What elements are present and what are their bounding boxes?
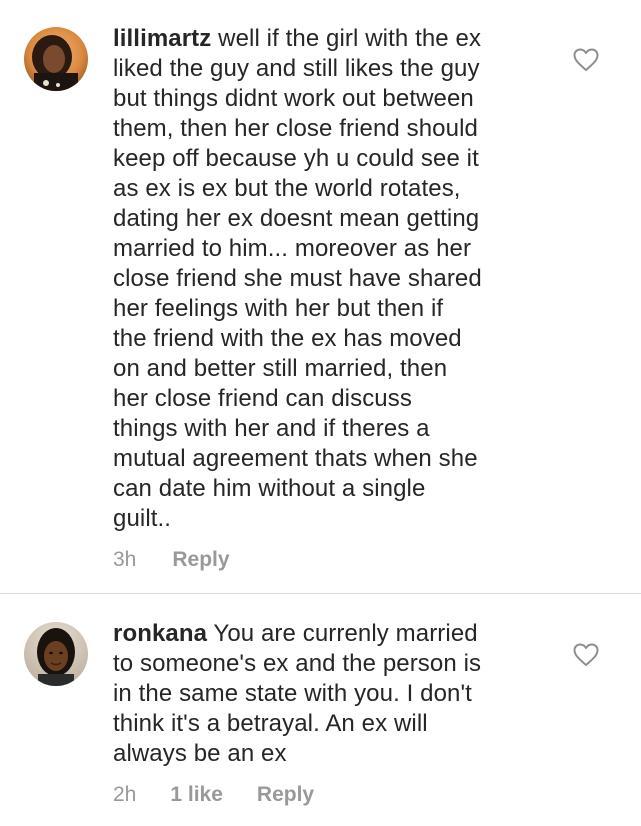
comment-line: guilt.. xyxy=(113,505,172,532)
heart-outline-icon[interactable] xyxy=(573,643,599,667)
comment-line: her close friend can discuss xyxy=(113,385,412,412)
comment-line: mutual agreement thats when she xyxy=(113,445,478,472)
avatar[interactable] xyxy=(24,27,88,91)
comment-text: ronkana You are currenly married to some… xyxy=(113,619,543,769)
comment-timestamp: 3h xyxy=(113,548,137,571)
comment-line: close friend she must have shared xyxy=(113,265,482,292)
comment-line: but things didnt work out between xyxy=(113,85,474,112)
comment-line: can date him without a single xyxy=(113,475,426,502)
comment-line: keep off because yh u could see it xyxy=(113,145,479,172)
comment-line: think it's a betrayal. An ex will xyxy=(113,710,428,737)
comment-line: always be an ex xyxy=(113,740,287,767)
heart-outline-icon[interactable] xyxy=(573,48,599,72)
comment-line: You are currenly married xyxy=(213,620,478,647)
avatar[interactable] xyxy=(24,622,88,686)
comment-line: married to him... moreover as her xyxy=(113,235,472,262)
comment-line: well if the girl with the ex xyxy=(218,25,482,52)
comment-username[interactable]: lillimartz xyxy=(113,25,211,52)
comment-line: to someone's ex and the person is xyxy=(113,650,482,677)
comment-text: lillimartz well if the girl with the ex … xyxy=(113,24,543,534)
comment-line: on and better still married, then xyxy=(113,355,448,382)
comment-line: in the same state with you. I don't xyxy=(113,680,472,707)
comment-line: dating her ex doesnt mean getting xyxy=(113,205,480,232)
avatar-image xyxy=(24,622,88,686)
comment-meta: 3h Reply xyxy=(113,547,230,573)
comment-meta: 2h 1 like Reply xyxy=(113,782,314,808)
comment-line: them, then her close friend should xyxy=(113,115,478,142)
comment-line: liked the guy and still likes the guy xyxy=(113,55,480,82)
comment-line: as ex is ex but the world rotates, xyxy=(113,175,461,202)
comment-line: her feelings with her but then if xyxy=(113,295,444,322)
avatar-image xyxy=(24,27,88,91)
comment-line: things with her and if theres a xyxy=(113,415,430,442)
comment-line: the friend with the ex has moved xyxy=(113,325,462,352)
comment-username[interactable]: ronkana xyxy=(113,620,207,647)
reply-button[interactable]: Reply xyxy=(257,782,314,808)
divider xyxy=(0,593,641,594)
like-count[interactable]: 1 like xyxy=(170,782,223,808)
reply-button[interactable]: Reply xyxy=(172,547,229,573)
comment-timestamp: 2h xyxy=(113,783,137,806)
